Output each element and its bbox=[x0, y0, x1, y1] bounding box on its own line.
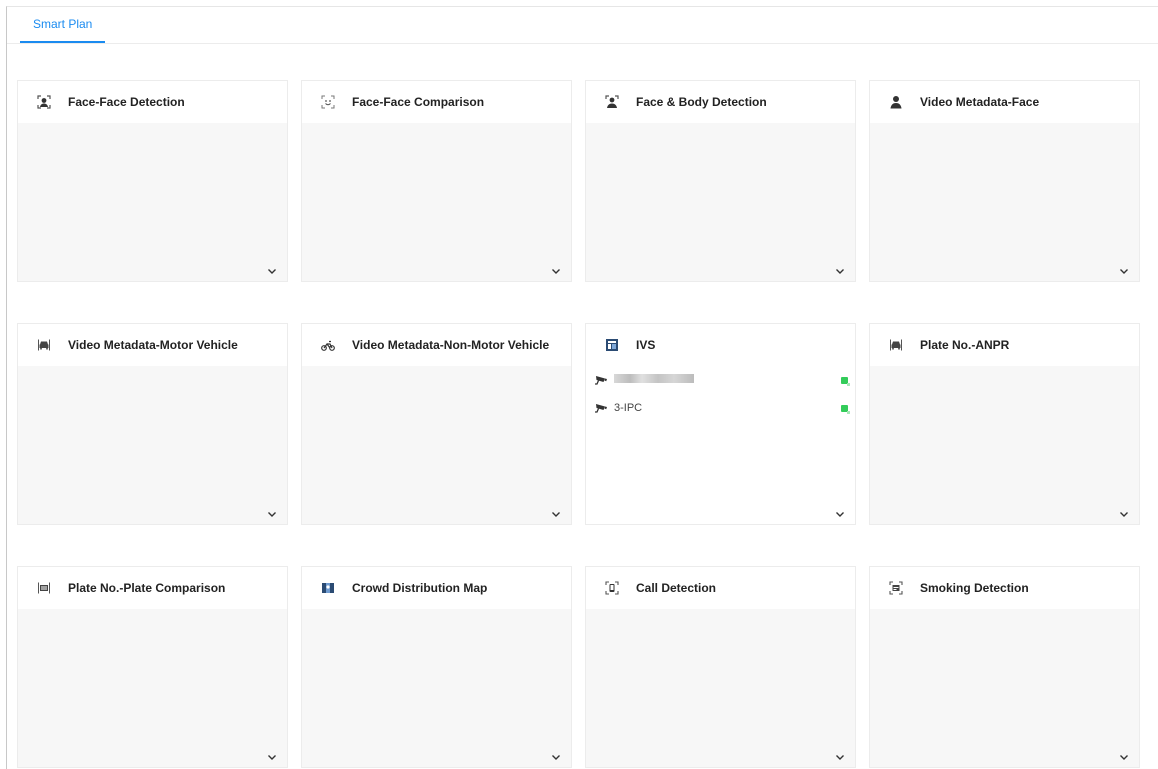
card-body bbox=[302, 123, 571, 281]
camera-icon bbox=[595, 376, 607, 385]
card-title: Call Detection bbox=[636, 581, 717, 595]
card-title: Smoking Detection bbox=[920, 581, 1029, 595]
card-crowd-distribution-map: Crowd Distribution Map bbox=[301, 566, 572, 768]
person-icon bbox=[889, 95, 903, 109]
card-header[interactable]: Call Detection bbox=[586, 567, 855, 610]
card-header[interactable]: Face & Body Detection bbox=[586, 81, 855, 124]
card-smoking-detection: Smoking Detection bbox=[869, 566, 1140, 768]
card-header[interactable]: Face-Face Comparison bbox=[302, 81, 571, 124]
chevron-down-icon[interactable] bbox=[1119, 510, 1129, 518]
card-header[interactable]: IVS bbox=[586, 324, 855, 367]
card-header[interactable]: Video Metadata-Non-Motor Vehicle bbox=[302, 324, 571, 367]
chevron-down-icon[interactable] bbox=[835, 753, 845, 761]
crowd-map-icon bbox=[321, 581, 335, 595]
card-title: Face & Body Detection bbox=[636, 95, 767, 109]
chevron-down-icon[interactable] bbox=[835, 510, 845, 518]
redacted-name bbox=[614, 374, 694, 383]
phone-frame-icon bbox=[605, 581, 619, 595]
card-header[interactable]: Plate No.-Plate Comparison bbox=[18, 567, 287, 610]
car-icon bbox=[37, 338, 51, 352]
card-video-metadata-motor-vehicle: Video Metadata-Motor Vehicle bbox=[17, 323, 288, 525]
card-plate-no-anpr: Plate No.-ANPR bbox=[869, 323, 1140, 525]
card-ivs: IVS 3-IPC bbox=[585, 323, 856, 525]
card-call-detection: Call Detection bbox=[585, 566, 856, 768]
card-header[interactable]: Plate No.-ANPR bbox=[870, 324, 1139, 367]
ivs-icon bbox=[605, 338, 619, 352]
device-name: 3-IPC bbox=[614, 402, 643, 414]
card-header[interactable]: Smoking Detection bbox=[870, 567, 1139, 610]
card-title: Face-Face Detection bbox=[68, 95, 185, 109]
plate-icon bbox=[37, 581, 51, 595]
device-row[interactable]: 3-IPC bbox=[586, 394, 855, 422]
card-body bbox=[18, 123, 287, 281]
card-video-metadata-face: Video Metadata-Face bbox=[869, 80, 1140, 282]
face-comparison-icon bbox=[321, 95, 335, 109]
tab-bar: Smart Plan bbox=[7, 7, 1158, 44]
card-title: Plate No.-Plate Comparison bbox=[68, 581, 226, 595]
chevron-down-icon[interactable] bbox=[551, 267, 561, 275]
chevron-down-icon[interactable] bbox=[267, 267, 277, 275]
chevron-down-icon[interactable] bbox=[835, 267, 845, 275]
chevron-down-icon[interactable] bbox=[551, 510, 561, 518]
card-body: 3-IPC bbox=[586, 366, 855, 524]
card-title: IVS bbox=[636, 338, 656, 352]
car-icon bbox=[889, 338, 903, 352]
bicycle-icon bbox=[321, 338, 335, 352]
card-title: Plate No.-ANPR bbox=[920, 338, 1010, 352]
card-face-face-comparison: Face-Face Comparison bbox=[301, 80, 572, 282]
card-body bbox=[870, 123, 1139, 281]
status-online-icon bbox=[841, 404, 850, 414]
card-header[interactable]: Video Metadata-Face bbox=[870, 81, 1139, 124]
card-title: Video Metadata-Face bbox=[920, 95, 1040, 109]
card-title: Video Metadata-Motor Vehicle bbox=[68, 338, 238, 352]
chevron-down-icon[interactable] bbox=[267, 510, 277, 518]
device-name bbox=[614, 374, 841, 386]
card-face-body-detection: Face & Body Detection bbox=[585, 80, 856, 282]
smoking-frame-icon bbox=[889, 581, 903, 595]
card-plate-no-plate-comparison: Plate No.-Plate Comparison bbox=[17, 566, 288, 768]
card-header[interactable]: Video Metadata-Motor Vehicle bbox=[18, 324, 287, 367]
card-body bbox=[870, 366, 1139, 524]
card-title: Video Metadata-Non-Motor Vehicle bbox=[352, 338, 550, 352]
face-detection-icon bbox=[37, 95, 51, 109]
card-body bbox=[302, 609, 571, 767]
card-header[interactable]: Crowd Distribution Map bbox=[302, 567, 571, 610]
chevron-down-icon[interactable] bbox=[1119, 267, 1129, 275]
card-body bbox=[302, 366, 571, 524]
status-online-icon bbox=[841, 376, 850, 386]
camera-icon bbox=[595, 404, 607, 413]
card-title: Face-Face Comparison bbox=[352, 95, 485, 109]
card-header[interactable]: Face-Face Detection bbox=[18, 81, 287, 124]
card-face-face-detection: Face-Face Detection bbox=[17, 80, 288, 282]
card-video-metadata-non-motor-vehicle: Video Metadata-Non-Motor Vehicle bbox=[301, 323, 572, 525]
card-title: Crowd Distribution Map bbox=[352, 581, 488, 595]
chevron-down-icon[interactable] bbox=[267, 753, 277, 761]
card-body bbox=[586, 123, 855, 281]
card-body bbox=[586, 609, 855, 767]
tab-smart-plan[interactable]: Smart Plan bbox=[20, 7, 106, 43]
card-body bbox=[18, 609, 287, 767]
card-body bbox=[870, 609, 1139, 767]
card-body bbox=[18, 366, 287, 524]
face-body-icon bbox=[605, 95, 619, 109]
chevron-down-icon[interactable] bbox=[1119, 753, 1129, 761]
chevron-down-icon[interactable] bbox=[551, 753, 561, 761]
device-row[interactable] bbox=[586, 366, 855, 394]
